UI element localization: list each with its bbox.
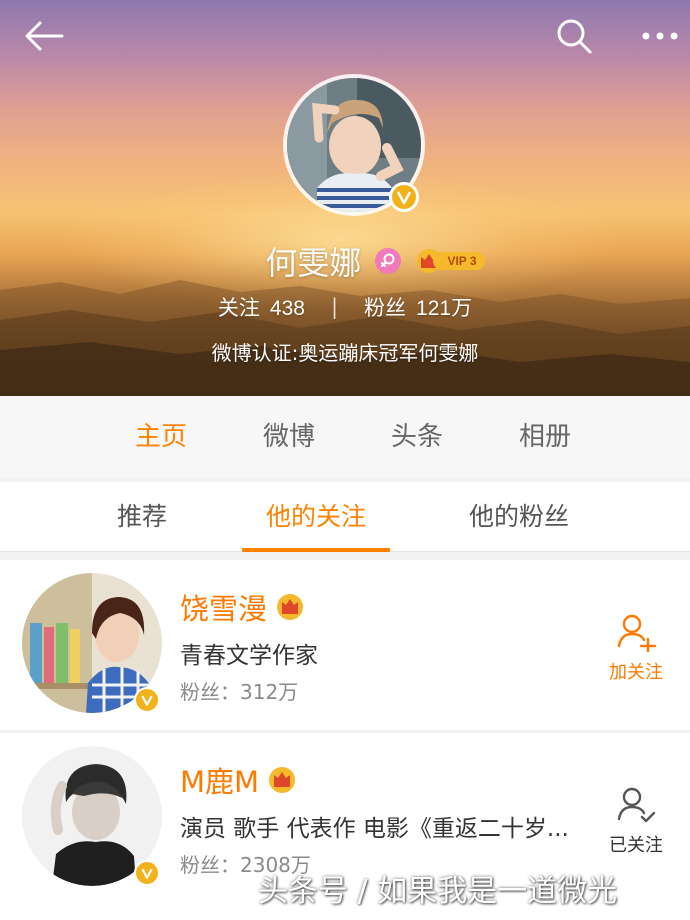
back-button[interactable] <box>22 14 66 58</box>
arrow-left-icon <box>25 21 64 51</box>
subtab-fans[interactable]: 他的粉丝 <box>454 482 584 552</box>
verification-text: 微博认证:奥运蹦床冠军何雯娜 <box>211 341 479 365</box>
user-description: 青春文学作家 <box>180 643 318 669</box>
stats-separator: | <box>330 295 339 319</box>
tab-weibo[interactable]: 微博 <box>225 396 353 478</box>
user-description: 演员 歌手 代表作 电影《重返二十岁... <box>180 816 569 842</box>
fans-label: 粉丝 <box>364 296 407 320</box>
user-name-row[interactable]: M鹿M <box>180 759 297 801</box>
tab-home[interactable]: 主页 <box>97 396 225 478</box>
search-button[interactable] <box>552 14 596 58</box>
watermark-text: 头条号 / 如果我是一道微光 <box>258 874 618 909</box>
verified-badge-icon <box>134 860 160 886</box>
sub-tab-bar: 推荐 他的关注 他的粉丝 <box>0 482 690 552</box>
followed-label: 已关注 <box>609 835 663 856</box>
profile-stats: 关注 438 | 粉丝 121万 <box>0 292 690 322</box>
subtab-following[interactable]: 他的关注 <box>242 482 390 552</box>
user-fans-count: 粉丝：312万 <box>180 680 299 704</box>
follow-label: 加关注 <box>609 662 663 683</box>
tab-headlines[interactable]: 头条 <box>353 396 481 478</box>
follow-button[interactable]: 加关注 <box>600 610 672 684</box>
more-button[interactable] <box>638 14 682 58</box>
followed-user-icon <box>617 787 656 823</box>
following-stat[interactable]: 关注 438 <box>218 292 305 322</box>
subtab-recommended[interactable]: 推荐 <box>92 482 192 552</box>
following-label: 关注 <box>217 296 260 320</box>
following-status-button[interactable]: 已关注 <box>600 783 672 857</box>
fans-stat[interactable]: 粉丝 121万 <box>364 292 472 322</box>
search-icon <box>557 19 592 54</box>
list-item[interactable]: 饶雪漫 青春文学作家 粉丝：312万 加关注 <box>0 560 690 730</box>
profile-name-row: 何雯娜 VIP 3 <box>0 238 690 284</box>
crown-icon <box>277 594 304 620</box>
vip-level: VIP 3 <box>433 252 485 270</box>
profile-name: 何雯娜 <box>265 244 362 282</box>
user-name: M鹿M <box>180 765 260 799</box>
add-user-icon <box>617 614 657 654</box>
user-avatar[interactable] <box>22 746 162 886</box>
crown-icon <box>269 767 296 793</box>
female-icon <box>375 248 402 274</box>
following-count: 438 <box>269 297 305 320</box>
user-avatar[interactable] <box>22 573 162 713</box>
vip-badge[interactable]: VIP 3 <box>415 248 485 274</box>
main-tab-bar: 主页 微博 头条 相册 <box>0 396 690 478</box>
verified-badge-icon <box>389 182 419 212</box>
verified-badge-icon <box>134 687 160 713</box>
profile-cover: 何雯娜 VIP 3 关注 438 | 粉丝 121万 微博认证:奥运蹦床冠军何雯娜 <box>0 0 690 396</box>
user-name-row[interactable]: 饶雪漫 <box>180 586 305 628</box>
tab-album[interactable]: 相册 <box>481 396 609 478</box>
more-dots-icon <box>642 32 678 40</box>
profile-avatar[interactable] <box>283 74 425 216</box>
user-name: 饶雪漫 <box>180 592 268 626</box>
fans-count: 121万 <box>416 297 473 320</box>
